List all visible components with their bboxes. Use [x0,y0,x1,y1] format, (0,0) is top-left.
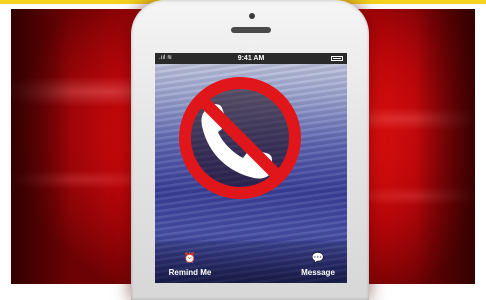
left-vignette [11,9,71,284]
right-vignette [415,9,475,284]
battery-icon [331,56,343,61]
remind-me-button[interactable]: ⏰ Remind Me [155,253,225,277]
incoming-call-actions: ⏰ Remind Me 💬 Message [155,241,347,283]
remind-me-label: Remind Me [168,268,212,277]
alarm-clock-icon: ⏰ [183,253,197,264]
earpiece-speaker [231,27,271,33]
front-camera [249,13,255,19]
image-frame: .ııl ≋ 9:41 AM ⏰ Remind Me 💬 Message [0,0,486,300]
no-phone-call-icon [179,77,301,199]
speech-bubble-icon: 💬 [311,253,325,264]
message-label: Message [301,268,335,277]
status-time: 9:41 AM [237,55,265,62]
message-button[interactable]: 💬 Message [283,253,347,277]
status-bar: .ııl ≋ 9:41 AM [155,53,347,64]
